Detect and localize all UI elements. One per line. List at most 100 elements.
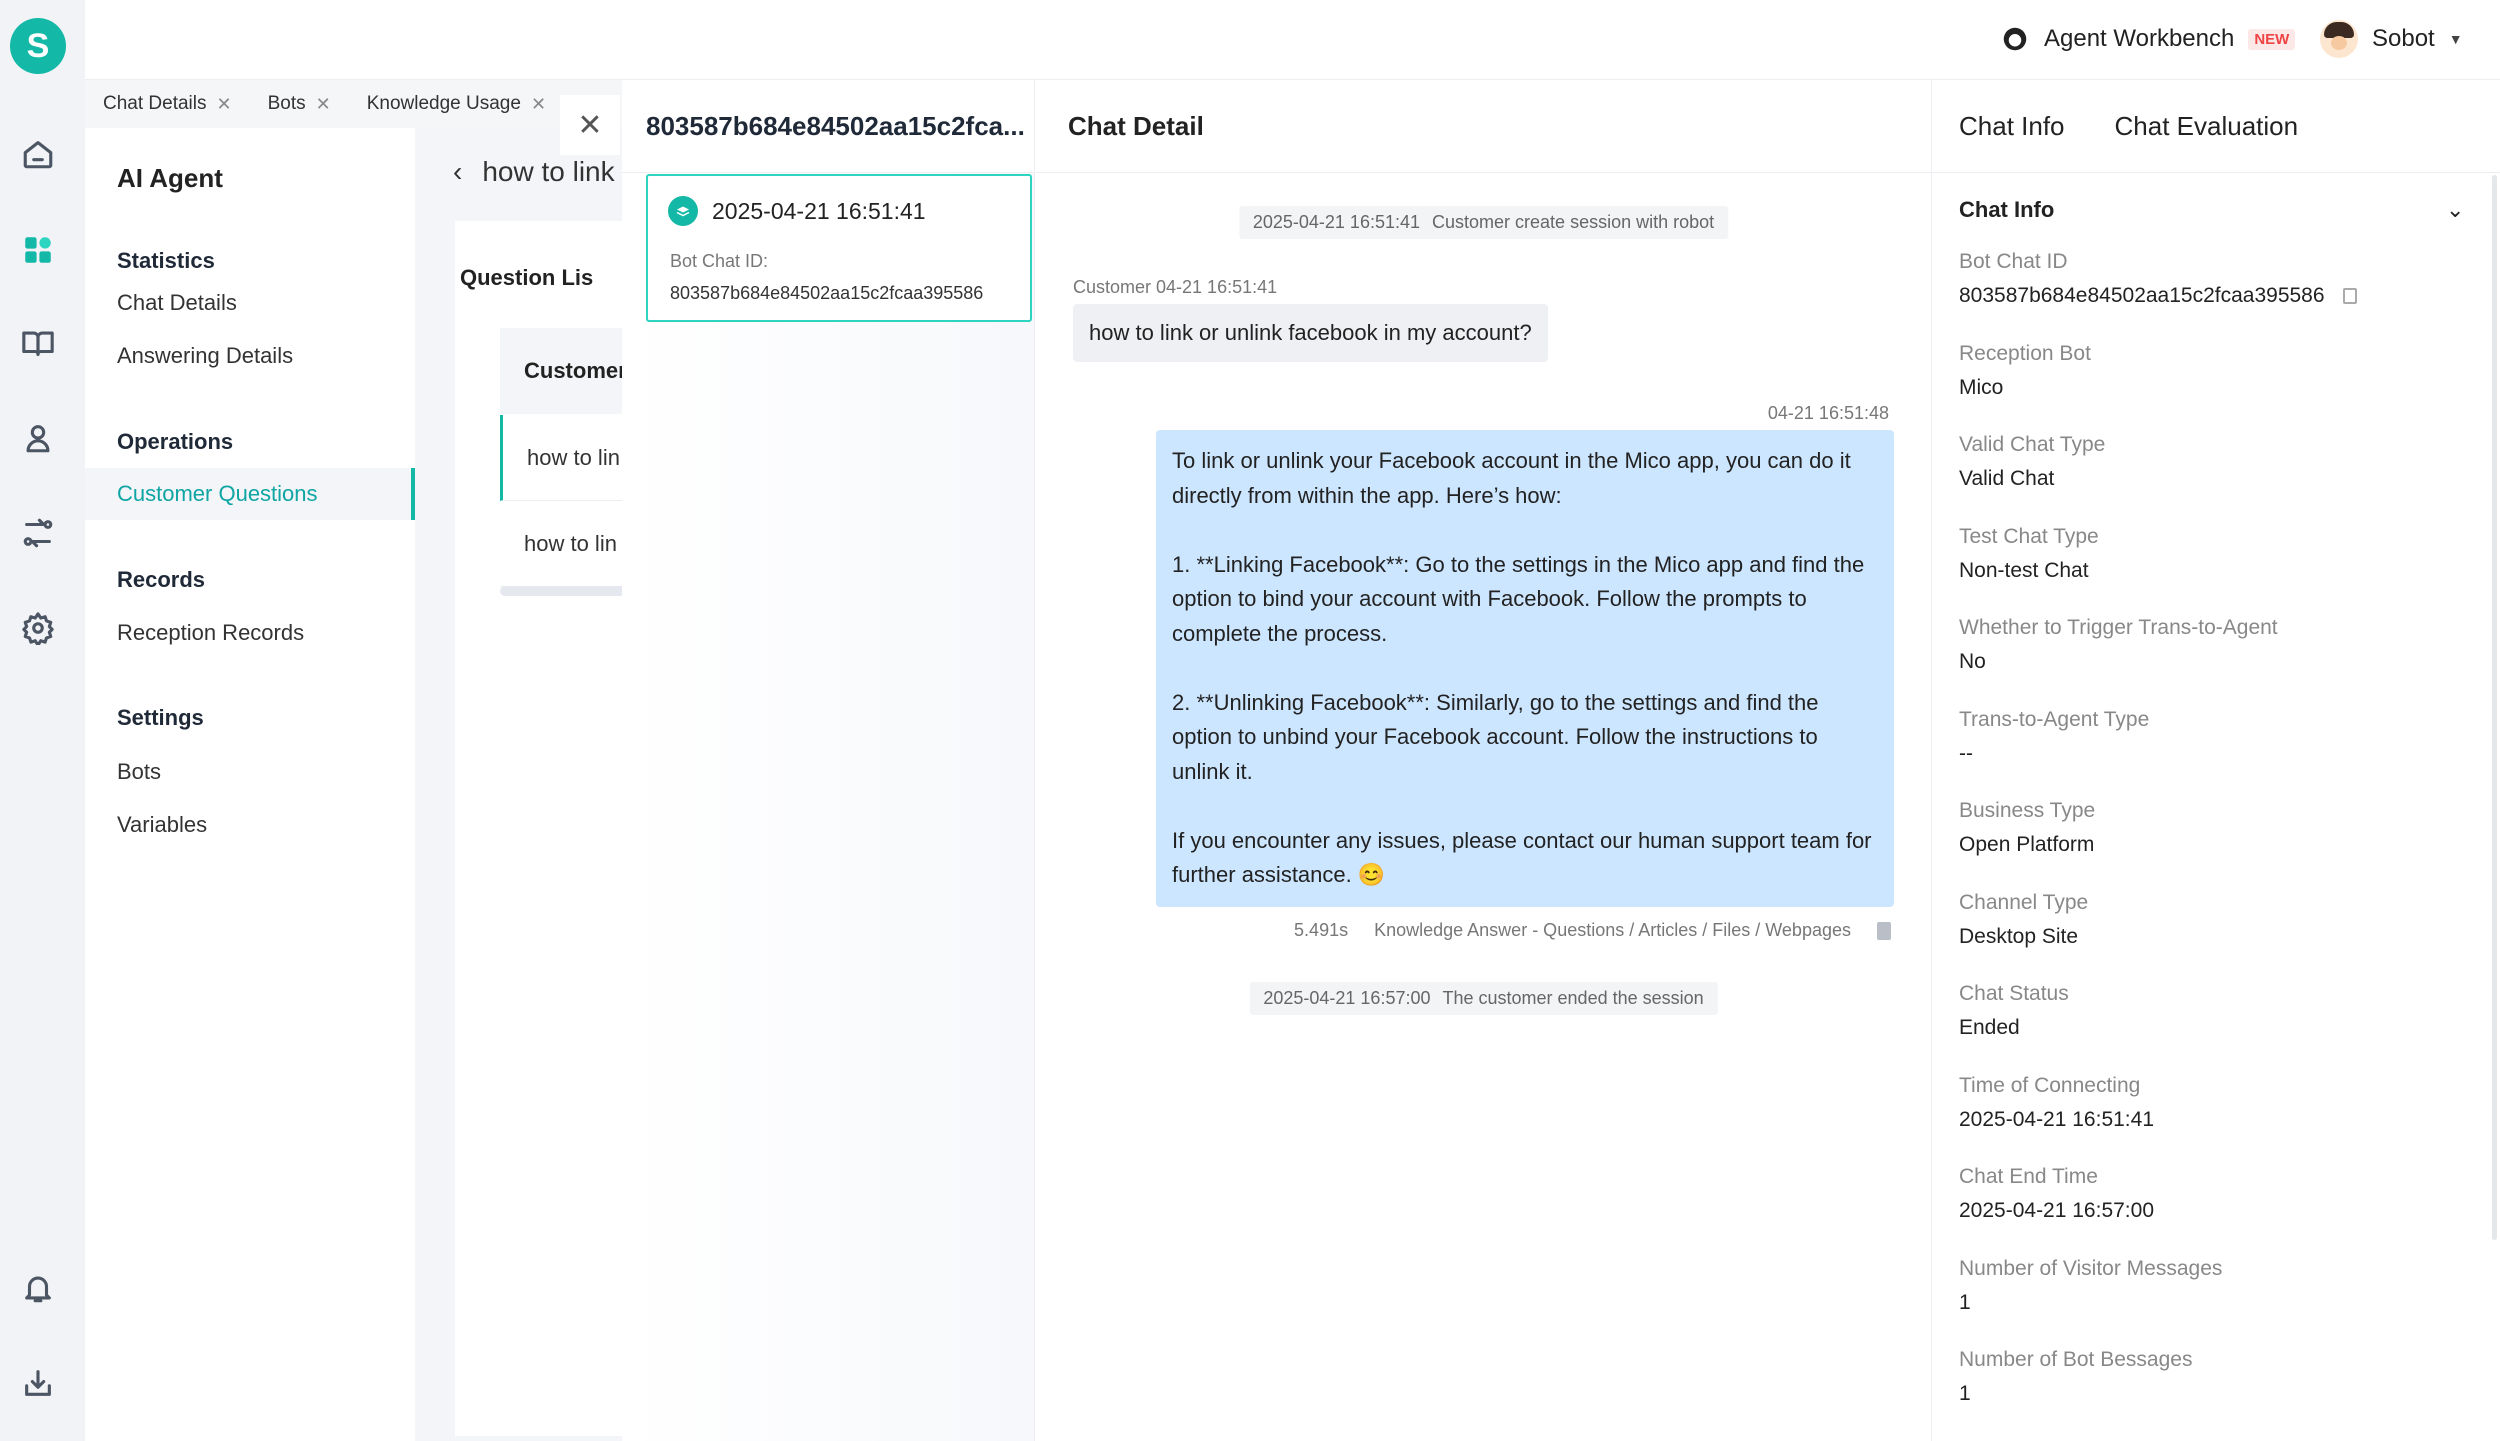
field-label: Number of Visitor Messages — [1959, 1257, 2223, 1280]
nav-section-records: Records — [117, 567, 206, 592]
close-icon[interactable]: ✕ — [531, 94, 546, 115]
chat-info-section-title: Chat Info — [1959, 197, 2055, 222]
routing-icon[interactable] — [20, 515, 56, 551]
agent-icon[interactable] — [20, 420, 56, 456]
close-icon[interactable]: ✕ — [217, 94, 232, 115]
tab-bots[interactable]: Bots ✕ — [250, 93, 349, 115]
field-label: Chat Status — [1959, 982, 2069, 1005]
tab-label: Chat Details — [103, 93, 207, 114]
workbench-label: Agent Workbench — [2044, 25, 2235, 52]
tab-label: Bots — [267, 93, 306, 114]
table-header: Customer — [500, 328, 625, 414]
user-menu[interactable]: Sobot ▼ — [2320, 20, 2463, 58]
field-label: Valid Chat Type — [1959, 433, 2106, 456]
field-value: Mico — [1959, 376, 2004, 399]
nav-item-answering-details[interactable]: Answering Details — [85, 330, 415, 382]
nav-item-bots[interactable]: Bots — [85, 746, 415, 798]
session-id-value: 803587b684e84502aa15c2fcaa395586 — [670, 283, 984, 303]
page-tabs: Chat Details ✕ Bots ✕ Knowledge Usage ✕ — [85, 80, 625, 128]
info-field: Valid Chat Type Valid Chat — [1959, 433, 2105, 491]
system-message-end: 2025-04-21 16:57:00 The customer ended t… — [1249, 982, 1718, 1015]
chevron-down-icon[interactable]: ⌄ — [2446, 197, 2464, 223]
field-value: Valid Chat — [1959, 467, 2055, 490]
bot-message: To link or unlink your Facebook account … — [1156, 430, 1894, 907]
field-value: 2025-04-21 16:57:00 — [1959, 1199, 2154, 1222]
agent-workbench-link[interactable]: Agent Workbench NEW — [2000, 24, 2296, 54]
field-value: Open Platform — [1959, 833, 2095, 856]
download-icon[interactable] — [20, 1365, 56, 1401]
dashboard-icon[interactable] — [20, 232, 56, 268]
info-field: Reception Bot Mico — [1959, 342, 2091, 400]
system-message-start: 2025-04-21 16:51:41 Customer create sess… — [1238, 206, 1729, 239]
system-text: Customer create session with robot — [1432, 212, 1715, 232]
bot-icon — [668, 196, 698, 226]
session-list-panel: 803587b684e84502aa15c2fca... 2025-04-21 … — [622, 80, 1035, 1441]
field-label: Time of Connecting — [1959, 1074, 2141, 1097]
close-icon[interactable]: ✕ — [316, 94, 331, 115]
nav-item-reception-records[interactable]: Reception Records — [85, 607, 415, 659]
nav-item-variables[interactable]: Variables — [85, 799, 415, 851]
chat-detail-panel: Chat Detail 2025-04-21 16:51:41 Customer… — [1036, 80, 1932, 1441]
chat-detail-title: Chat Detail — [1036, 80, 1931, 173]
nav-section-statistics: Statistics — [117, 248, 215, 273]
book-icon[interactable] — [20, 325, 56, 361]
settings-icon[interactable] — [20, 610, 56, 646]
field-value: No — [1959, 650, 1986, 673]
system-time: 2025-04-21 16:51:41 — [1252, 212, 1421, 232]
field-value: 803587b684e84502aa15c2fcaa395586 — [1959, 284, 2325, 307]
system-time: 2025-04-21 16:57:00 — [1263, 988, 1431, 1008]
icon-rail: S — [0, 0, 85, 1441]
nav-item-customer-questions[interactable]: Customer Questions — [85, 468, 415, 520]
back-header[interactable]: ‹ how to link — [453, 156, 615, 188]
field-value: -- — [1959, 742, 1973, 765]
document-icon[interactable] — [1877, 921, 1891, 940]
new-badge: NEW — [2248, 28, 2296, 50]
copy-icon[interactable] — [2342, 288, 2357, 304]
session-id-label: Bot Chat ID: — [670, 251, 769, 271]
field-value: 1 — [1959, 1291, 1971, 1314]
field-value: 2025-04-21 16:51:41 — [1959, 1108, 2154, 1131]
vertical-scrollbar[interactable] — [2492, 175, 2497, 1240]
home-icon[interactable] — [20, 136, 56, 172]
field-label: Test Chat Type — [1959, 525, 2099, 548]
nav-title: AI Agent — [117, 163, 223, 193]
table-row[interactable]: how to lin — [500, 415, 625, 501]
nav-item-chat-details[interactable]: Chat Details — [85, 277, 415, 329]
secondary-nav: AI Agent Statistics Chat Details Answeri… — [85, 128, 415, 1441]
back-title: how to link — [482, 156, 615, 187]
info-field: Business Type Open Platform — [1959, 799, 2095, 857]
app-logo[interactable]: S — [10, 18, 66, 74]
bell-icon[interactable] — [20, 1270, 56, 1306]
field-label: Reception Bot — [1959, 342, 2091, 365]
info-field: Whether to Trigger Trans-to-Agent No — [1959, 616, 2278, 674]
customer-label: Customer 04-21 16:51:41 — [1073, 277, 1278, 297]
field-value: 1 — [1959, 1382, 1971, 1405]
tab-knowledge-usage[interactable]: Knowledge Usage ✕ — [349, 93, 564, 115]
field-label: Channel Type — [1959, 891, 2089, 914]
chevron-down-icon: ▼ — [2448, 31, 2463, 47]
info-field: Trans-to-Agent Type -- — [1959, 708, 2149, 766]
field-label: Chat End Time — [1959, 1165, 2098, 1188]
answer-meta: 5.491s Knowledge Answer - Questions / Ar… — [1294, 920, 1891, 941]
chevron-left-icon[interactable]: ‹ — [453, 156, 462, 188]
system-text: The customer ended the session — [1442, 988, 1704, 1008]
customer-message: how to link or unlink facebook in my acc… — [1073, 304, 1548, 362]
tab-chat-info[interactable]: Chat Info — [1959, 111, 2065, 142]
close-drawer-button[interactable]: ✕ — [560, 95, 620, 155]
table-row[interactable]: how to lin — [500, 501, 625, 587]
info-field: Time of Connecting 2025-04-21 16:51:41 — [1959, 1074, 2154, 1132]
field-label: Trans-to-Agent Type — [1959, 708, 2150, 731]
avatar — [2320, 20, 2358, 58]
close-icon: ✕ — [577, 108, 603, 142]
session-time: 2025-04-21 16:51:41 — [712, 197, 926, 224]
session-card[interactable]: 2025-04-21 16:51:41 Bot Chat ID: 803587b… — [646, 174, 1032, 322]
response-time: 5.491s — [1294, 920, 1349, 940]
tab-chat-details[interactable]: Chat Details ✕ — [85, 93, 250, 115]
info-field: Chat Status Ended — [1959, 982, 2069, 1040]
horizontal-scrollbar[interactable] — [500, 586, 625, 596]
field-value: Non-test Chat — [1959, 559, 2089, 582]
tab-chat-evaluation[interactable]: Chat Evaluation — [2115, 111, 2299, 142]
field-value: Desktop Site — [1959, 925, 2079, 948]
nav-section-operations: Operations — [117, 429, 234, 454]
info-field: Number of Visitor Messages 1 — [1959, 1257, 2222, 1315]
